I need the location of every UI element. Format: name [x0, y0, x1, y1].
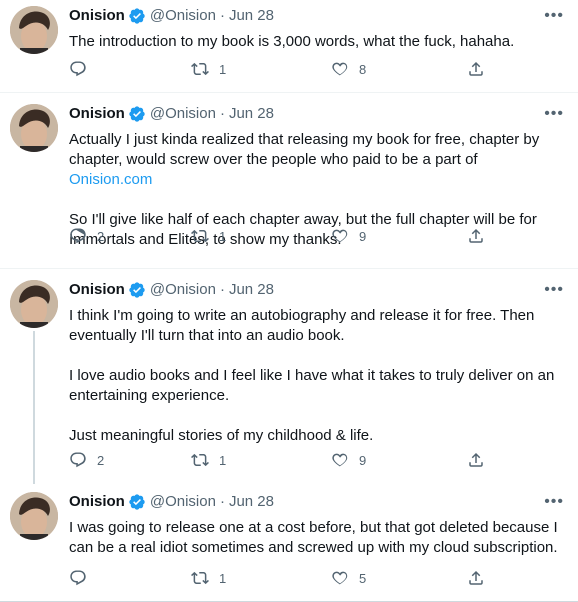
reply-button[interactable]: 2 [69, 451, 104, 469]
tweet-header: Onision @Onision · Jun 28 [69, 492, 564, 512]
retweet-icon [191, 62, 209, 76]
handle[interactable]: @Onision [150, 6, 216, 26]
like-icon [332, 229, 348, 243]
retweet-button[interactable]: 1 [191, 227, 226, 245]
like-count: 8 [359, 61, 367, 77]
tweet-header: Onision @Onision · Jun 28 [69, 280, 564, 300]
display-name[interactable]: Onision [69, 492, 125, 512]
more-icon[interactable]: ••• [544, 104, 564, 124]
timestamp[interactable]: Jun 28 [229, 280, 274, 300]
display-name[interactable]: Onision [69, 6, 125, 26]
handle[interactable]: @Onision [150, 492, 216, 512]
like-icon [332, 62, 348, 76]
reply-count: 2 [97, 228, 105, 244]
verified-badge-icon [129, 494, 145, 510]
retweet-icon [191, 229, 209, 243]
tweet[interactable]: Onision @Onision · Jun 28 ••• I was goin… [0, 484, 578, 602]
separator: · [219, 7, 225, 24]
share-button[interactable] [467, 227, 485, 245]
reply-count: 2 [97, 452, 105, 468]
like-button[interactable]: 8 [331, 60, 366, 78]
avatar[interactable] [10, 104, 58, 152]
verified-badge-icon [129, 282, 145, 298]
like-button[interactable]: 9 [331, 227, 366, 245]
share-button[interactable] [467, 451, 485, 469]
separator: · [219, 281, 225, 298]
separator: · [219, 493, 225, 510]
like-icon [332, 571, 348, 585]
share-button[interactable] [467, 60, 485, 78]
tweet-actions: 2 1 9 [69, 227, 489, 247]
tweet-header: Onision @Onision · Jun 28 [69, 104, 564, 124]
more-icon[interactable]: ••• [544, 6, 564, 26]
reply-button[interactable] [69, 60, 97, 78]
like-count: 5 [359, 570, 367, 586]
like-button[interactable]: 9 [331, 451, 366, 469]
retweet-icon [191, 571, 209, 585]
share-icon [469, 570, 483, 585]
separator: · [219, 105, 225, 122]
verified-badge-icon [129, 106, 145, 122]
more-icon[interactable]: ••• [544, 280, 564, 300]
like-count: 9 [359, 228, 367, 244]
reply-button[interactable]: 2 [69, 227, 104, 245]
tweet-actions: 1 5 [69, 569, 489, 589]
retweet-count: 1 [219, 61, 227, 77]
retweet-count: 1 [219, 570, 227, 586]
like-icon [332, 453, 348, 467]
avatar[interactable] [10, 6, 58, 54]
display-name[interactable]: Onision [69, 280, 125, 300]
retweet-count: 1 [219, 452, 227, 468]
reply-icon [70, 61, 86, 77]
retweet-button[interactable]: 1 [191, 60, 226, 78]
retweet-button[interactable]: 1 [191, 451, 226, 469]
reply-button[interactable] [69, 569, 97, 587]
verified-badge-icon [129, 8, 145, 24]
retweet-button[interactable]: 1 [191, 569, 226, 587]
tweet[interactable]: Onision @Onision · Jun 28 ••• I think I'… [0, 269, 578, 484]
tweet-text-part: Actually I just kinda realized that rele… [69, 131, 544, 168]
avatar[interactable] [10, 280, 58, 328]
like-count: 9 [359, 452, 367, 468]
tweet-actions: 2 1 9 [69, 451, 489, 471]
retweet-count: 1 [219, 228, 227, 244]
tweet-text: I think I'm going to write an autobiogra… [69, 307, 555, 444]
share-icon [469, 61, 483, 76]
reply-icon [70, 452, 86, 468]
tweet-feed: Onision @Onision · Jun 28 ••• The introd… [0, 0, 578, 602]
timestamp[interactable]: Jun 28 [229, 6, 274, 26]
tweet-text: The introduction to my book is 3,000 wor… [69, 33, 515, 50]
reply-icon [70, 228, 86, 244]
tweet-header: Onision @Onision · Jun 28 [69, 6, 564, 26]
tweet-text: I was going to release one at a cost bef… [69, 519, 562, 556]
like-button[interactable]: 5 [331, 569, 366, 587]
avatar[interactable] [10, 492, 58, 540]
timestamp[interactable]: Jun 28 [229, 492, 274, 512]
share-icon [469, 228, 483, 243]
timestamp[interactable]: Jun 28 [229, 104, 274, 124]
reply-icon [70, 570, 86, 586]
tweet[interactable]: Onision @Onision · Jun 28 ••• Actually I… [0, 93, 578, 269]
share-button[interactable] [467, 569, 485, 587]
share-icon [469, 452, 483, 467]
retweet-icon [191, 453, 209, 467]
display-name[interactable]: Onision [69, 104, 125, 124]
handle[interactable]: @Onision [150, 280, 216, 300]
more-icon[interactable]: ••• [544, 492, 564, 512]
thread-line [33, 331, 35, 484]
tweet-link[interactable]: Onision.com [69, 171, 152, 188]
handle[interactable]: @Onision [150, 104, 216, 124]
tweet[interactable]: Onision @Onision · Jun 28 ••• The introd… [0, 0, 578, 93]
tweet-actions: 1 8 [69, 60, 489, 80]
